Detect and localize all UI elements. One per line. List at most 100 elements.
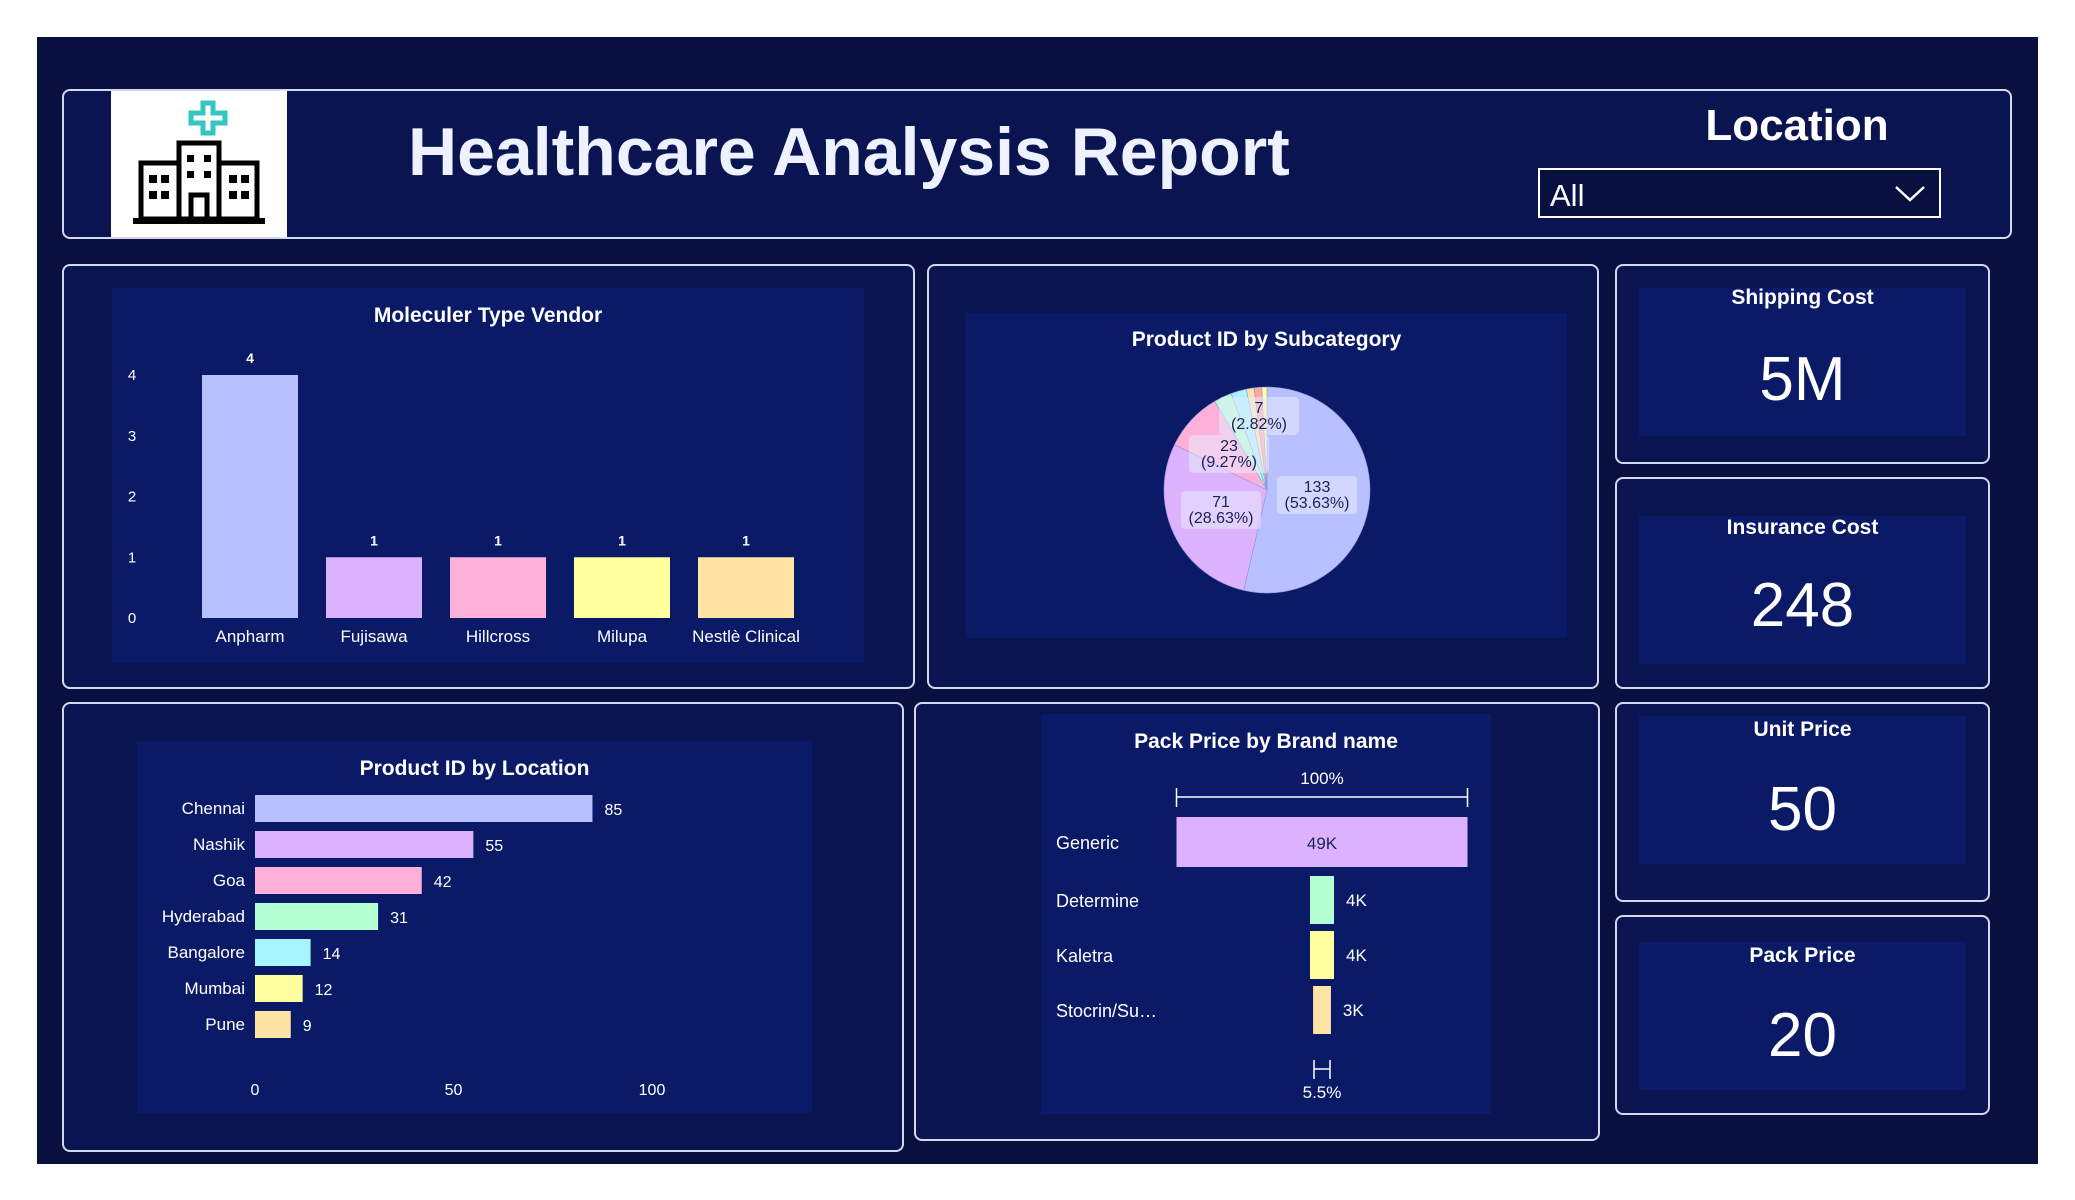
kpi-title: Unit Price [1753, 718, 1852, 741]
location-filter-label: Location [1705, 101, 1889, 150]
location-selected-value: All [1550, 178, 1585, 213]
location-chart-area: Product ID by Location Chennai 85 Nashik 55… [137, 741, 812, 1113]
top-percent-label: 100% [1300, 769, 1343, 788]
kpi-card-pack-price: Pack Price 20 [1615, 915, 1990, 1115]
category-label: Stocrin/Su… [1056, 1001, 1157, 1021]
x-tick-label: Nestlè Clinical [692, 627, 800, 646]
kpi-card-body: Shipping Cost 5M [1639, 286, 1966, 436]
y-tick-label: Mumbai [185, 979, 245, 998]
data-label: 3K [1343, 1001, 1364, 1020]
data-label: 1 [742, 532, 750, 548]
data-label: 31 [390, 910, 408, 927]
subcategory-chart-panel: Product ID by Subcategory 133 (53.63%) 71(… [927, 264, 1599, 689]
data-label: 4K [1346, 891, 1367, 910]
data-label: 4K [1346, 946, 1367, 965]
y-tick-label: 1 [128, 549, 136, 566]
data-label: 12 [315, 982, 333, 999]
bar [255, 1011, 291, 1038]
category-label: Generic [1056, 833, 1119, 853]
chevron-down-icon [1895, 186, 1925, 202]
funnel-bar [1310, 876, 1334, 924]
y-tick-label: 4 [128, 367, 136, 384]
data-label: (2.82%) [1231, 416, 1287, 433]
data-label: 49K [1307, 834, 1338, 853]
brand-funnel-chart: 100% Generic 49K Determine 4K Kaletra 4K Stocri… [1056, 769, 1469, 1102]
logo [111, 91, 287, 237]
y-tick-label: 0 [128, 610, 136, 627]
bar [255, 795, 593, 822]
bar [326, 557, 422, 618]
x-tick-label: Hillcross [466, 627, 530, 646]
location-bar-chart: Chennai 85 Nashik 55 Goa 42 Hyderabad 31 Bangalo… [162, 795, 666, 1099]
category-label: Determine [1056, 891, 1139, 911]
x-tick-label: Milupa [597, 627, 648, 646]
data-label: 133 [1304, 479, 1331, 496]
data-label: 42 [434, 874, 452, 891]
subcategory-chart-title: Product ID by Subcategory [1131, 328, 1402, 351]
location-chart-title: Product ID by Location [359, 757, 590, 780]
bar [202, 375, 298, 618]
bar [255, 975, 303, 1002]
data-label: 85 [604, 802, 622, 819]
y-tick-label: Chennai [182, 799, 245, 818]
location-chart-panel: Product ID by Location Chennai 85 Nashik 55… [62, 702, 904, 1152]
category-label: Kaletra [1056, 946, 1114, 966]
data-label: 9 [303, 1018, 312, 1035]
y-tick-label: Goa [213, 871, 246, 890]
data-label: 55 [485, 838, 503, 855]
data-label: (53.63%) [1285, 495, 1350, 512]
y-tick-label: Bangalore [167, 943, 245, 962]
bar [574, 557, 670, 618]
funnel-bar [1313, 986, 1331, 1034]
x-tick-label: 100 [639, 1082, 666, 1099]
data-label: (28.63%) [1189, 510, 1254, 527]
data-label: 1 [618, 532, 626, 548]
data-label: 4 [246, 350, 254, 366]
kpi-card-shipping-cost: Shipping Cost 5M [1615, 264, 1990, 464]
page-title: Healthcare Analysis Report [408, 114, 1290, 190]
x-tick-label: Fujisawa [340, 627, 408, 646]
y-tick-label: Pune [205, 1015, 245, 1034]
kpi-title: Pack Price [1749, 944, 1856, 967]
data-label: 7 [1255, 400, 1264, 417]
bar [255, 831, 474, 858]
bottom-percent-label: 5.5% [1303, 1083, 1342, 1102]
location-dropdown[interactable]: All [1538, 168, 1941, 218]
kpi-card-body: Insurance Cost 248 [1639, 516, 1966, 664]
kpi-value: 5M [1759, 345, 1846, 414]
bar [255, 867, 422, 894]
x-tick-label: Anpharm [216, 627, 285, 646]
hospital-icon [133, 100, 265, 224]
kpi-value: 50 [1768, 775, 1837, 844]
bar [255, 939, 311, 966]
header-panel: Healthcare Analysis Report Location All [62, 89, 2012, 239]
data-label: 1 [370, 532, 378, 548]
kpi-card-body: Pack Price 20 [1639, 942, 1966, 1090]
x-tick-label: 0 [251, 1082, 260, 1099]
bar [450, 557, 546, 618]
bar [698, 557, 794, 618]
y-tick-label: 3 [128, 428, 136, 445]
data-label: 14 [323, 946, 341, 963]
brand-chart-title: Pack Price by Brand name [1134, 730, 1398, 753]
data-label: 71 [1212, 494, 1230, 511]
vendor-chart-area: Moleculer Type Vendor 0 1 2 3 4 4 Anpharm 1 Fuji… [112, 288, 864, 663]
vendor-chart-title: Moleculer Type Vendor [373, 304, 603, 327]
kpi-value: 248 [1750, 571, 1855, 640]
kpi-card-unit-price: Unit Price 50 [1615, 702, 1990, 902]
data-label: 1 [494, 532, 502, 548]
dashboard-canvas: Healthcare Analysis Report Location All … [37, 37, 2038, 1164]
bar [255, 903, 379, 930]
kpi-value: 20 [1768, 1001, 1837, 1070]
subcategory-pie-chart: 133(53.63%) 71(28.63%) 23(9.27%) 7(2.82%) [1163, 386, 1371, 594]
data-label: 23 [1220, 438, 1238, 455]
subcategory-chart-area: Product ID by Subcategory 133 (53.63%) 71(… [966, 313, 1567, 638]
y-tick-label: Hyderabad [162, 907, 245, 926]
kpi-title: Shipping Cost [1731, 286, 1874, 309]
kpi-card-body: Unit Price 50 [1639, 716, 1966, 864]
y-tick-label: 2 [128, 489, 136, 506]
brand-chart-area: Pack Price by Brand name 100% Generic 49K D… [1041, 714, 1491, 1114]
kpi-title: Insurance Cost [1726, 516, 1879, 539]
funnel-bar [1310, 931, 1334, 979]
data-label: (9.27%) [1201, 454, 1257, 471]
